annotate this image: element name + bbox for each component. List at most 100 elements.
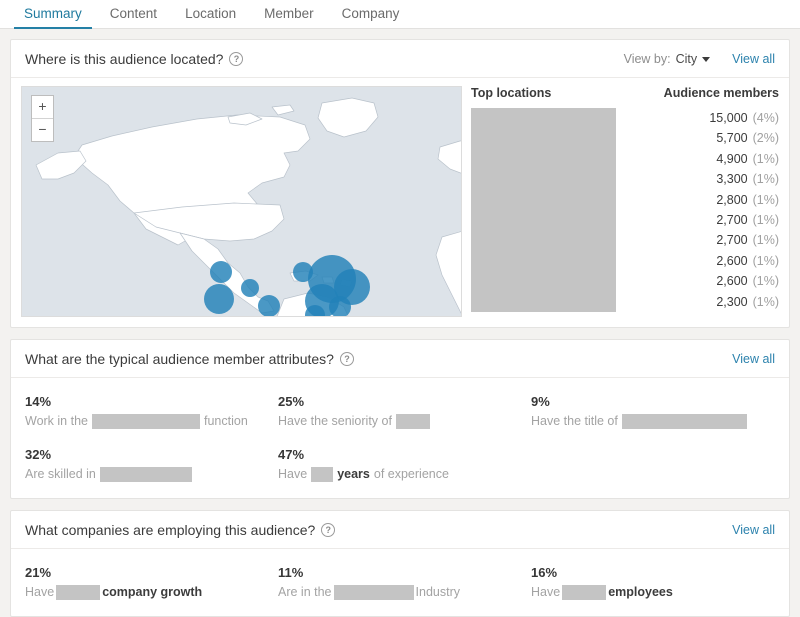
redacted-value: [622, 414, 747, 429]
stat-industry: 11% Are in the Industry: [278, 565, 531, 600]
table-row: 2,600 (1%): [629, 251, 779, 271]
stat-text-pre: Have: [278, 467, 307, 482]
card-title-group: What are the typical audience member att…: [25, 351, 354, 367]
zoom-in-button[interactable]: +: [32, 96, 53, 119]
stat-percent: 14%: [25, 394, 278, 409]
tab-summary[interactable]: Summary: [10, 0, 96, 28]
map-zoom-controls: + −: [31, 95, 54, 142]
stat-row: 21% Have company growth 11% Are in the I…: [25, 565, 775, 600]
member-percent: (1%): [753, 254, 779, 268]
member-percent: (1%): [753, 274, 779, 288]
stat-percent: 16%: [531, 565, 784, 580]
member-count: 4,900: [716, 152, 747, 166]
tab-label: Company: [342, 6, 400, 21]
world-map[interactable]: + −: [21, 86, 462, 317]
zoom-out-button[interactable]: −: [32, 119, 53, 141]
table-row: 4,900(1%): [629, 149, 779, 169]
member-attributes-card: What are the typical audience member att…: [10, 339, 790, 499]
view-all-link-companies[interactable]: View all: [732, 523, 775, 537]
top-locations-column: Top locations: [471, 86, 629, 317]
redacted-value: [396, 414, 430, 429]
map-svg: [22, 87, 462, 317]
member-count: 2,700: [716, 213, 747, 227]
audience-location-card: Where is this audience located? ? View b…: [10, 39, 790, 328]
member-percent: (1%): [753, 172, 779, 186]
member-percent: (2%): [753, 131, 779, 145]
redacted-locations-block: [471, 108, 616, 312]
stat-description: Have the title of: [531, 414, 784, 429]
view-by-dropdown[interactable]: View by: City: [624, 52, 711, 66]
member-percent: (1%): [753, 213, 779, 227]
stat-company-growth: 21% Have company growth: [25, 565, 278, 600]
member-count: 15,000: [709, 111, 747, 125]
stat-row: 14% Work in the function 25% Have the se…: [25, 394, 775, 429]
view-all-link-location[interactable]: View all: [732, 52, 775, 66]
member-count: 2,600: [716, 254, 747, 268]
view-all-link-attributes[interactable]: View all: [732, 352, 775, 366]
stat-text-pre: Have the seniority of: [278, 414, 392, 429]
stat-description: Are skilled in: [25, 467, 278, 482]
companies-card: What companies are employing this audien…: [10, 510, 790, 617]
page-body: Where is this audience located? ? View b…: [0, 29, 800, 617]
stat-text-post: function: [204, 414, 248, 429]
stat-text-post: years: [337, 467, 370, 482]
stat-description: Work in the function: [25, 414, 278, 429]
view-by-value: City: [676, 52, 698, 66]
tab-label: Location: [185, 6, 236, 21]
member-count: 2,700: [716, 233, 747, 247]
stat-percent: 9%: [531, 394, 784, 409]
tab-bar: Summary Content Location Member Company: [0, 0, 800, 29]
stat-row: 32% Are skilled in 47% Have years of exp…: [25, 447, 775, 482]
table-row: 3,300 (1%): [629, 169, 779, 189]
tab-label: Summary: [24, 6, 82, 21]
table-row: 5,700 (2%): [629, 128, 779, 148]
view-by-label: View by:: [624, 52, 671, 66]
chevron-down-icon[interactable]: [702, 57, 710, 62]
table-row: 15,000 (4%): [629, 108, 779, 128]
table-row: 2,300 (1%): [629, 292, 779, 312]
member-percent: (1%): [753, 233, 779, 247]
column-header-members: Audience members: [629, 86, 779, 108]
card-header: What are the typical audience member att…: [11, 340, 789, 378]
help-circle-icon[interactable]: ?: [340, 352, 354, 366]
stat-function: 14% Work in the function: [25, 394, 278, 429]
member-count: 2,800: [716, 193, 747, 207]
tab-company[interactable]: Company: [328, 0, 414, 28]
member-percent: (1%): [753, 295, 779, 309]
table-row: 2,800 (1%): [629, 190, 779, 210]
help-circle-icon[interactable]: ?: [321, 523, 335, 537]
attributes-stat-grid: 14% Work in the function 25% Have the se…: [11, 378, 789, 498]
help-circle-icon[interactable]: ?: [229, 52, 243, 66]
stat-text-pre: Are skilled in: [25, 467, 96, 482]
member-count: 3,300: [716, 172, 747, 186]
member-count: 2,300: [716, 295, 747, 309]
tab-member[interactable]: Member: [250, 0, 328, 28]
tab-label: Content: [110, 6, 157, 21]
card-title-group: Where is this audience located? ?: [25, 51, 243, 67]
redacted-value: [311, 467, 333, 482]
tab-location[interactable]: Location: [171, 0, 250, 28]
redacted-value: [92, 414, 200, 429]
stat-percent: 47%: [278, 447, 531, 462]
column-header-location: Top locations: [471, 86, 629, 108]
card-title-group: What companies are employing this audien…: [25, 522, 335, 538]
page-title: Where is this audience located?: [25, 51, 223, 67]
member-count: 5,700: [716, 131, 747, 145]
stat-percent: 25%: [278, 394, 531, 409]
stat-skills: 32% Are skilled in: [25, 447, 278, 482]
stat-text-pre: Work in the: [25, 414, 88, 429]
tab-content[interactable]: Content: [96, 0, 171, 28]
members-value-list: 15,000(4%) 5,700(2%) 4,900(1%) 3,300(1%)…: [629, 108, 779, 312]
card-header: What companies are employing this audien…: [11, 511, 789, 549]
stat-description: Have the seniority of: [278, 414, 531, 429]
stat-title: 9% Have the title of: [531, 394, 784, 429]
page-title: What companies are employing this audien…: [25, 522, 315, 538]
stat-percent: 11%: [278, 565, 531, 580]
table-row: 2,700 (1%): [629, 210, 779, 230]
member-count: 2,600: [716, 274, 747, 288]
card-header-actions: View by: City View all: [624, 52, 775, 66]
top-locations-table: Top locations Audience members 15,000 (4%…: [462, 86, 779, 317]
member-percent: (1%): [753, 193, 779, 207]
stat-text-pre: Have the title of: [531, 414, 618, 429]
member-percent: (4%): [753, 111, 779, 125]
